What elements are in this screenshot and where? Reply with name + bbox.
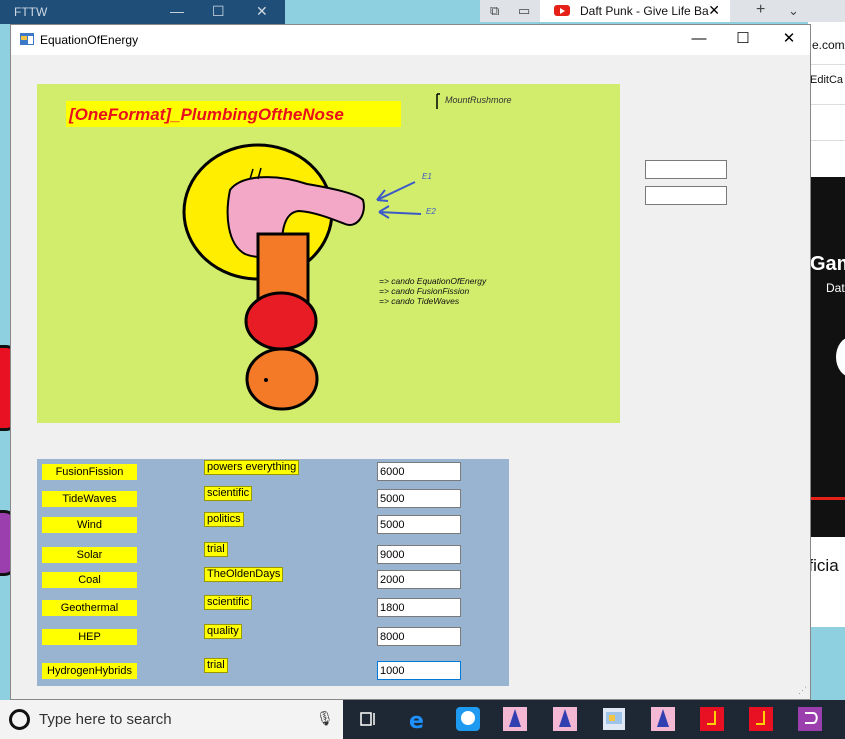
energy-label: Geothermal xyxy=(42,600,137,616)
taskbar: Type here to search 🎙 e xyxy=(0,700,845,739)
address-bar-fragment[interactable]: e.com/ xyxy=(812,38,845,52)
note-line: => cando FusionFission xyxy=(379,286,470,296)
video-subtitle-fragment: Dat xyxy=(826,281,845,295)
edge-browser-icon[interactable]: e xyxy=(405,706,431,732)
energy-label: HEP xyxy=(42,629,137,645)
arrow-label-e2: E2 xyxy=(426,207,436,216)
energy-tag: trial xyxy=(204,658,228,673)
nose-drawing: [OneFormat]_PlumbingOftheNose MountRushm… xyxy=(66,93,512,411)
wizard-app-icon[interactable] xyxy=(552,706,578,732)
energy-label: TideWaves xyxy=(42,491,137,507)
youtube-icon xyxy=(554,5,570,16)
window-title: EquationOfEnergy xyxy=(40,33,139,47)
browser-content: e.com/ EditCa Gam Dat fficia xyxy=(808,22,845,627)
e2-input[interactable] xyxy=(645,186,727,205)
microphone-icon[interactable]: 🎙 xyxy=(316,710,334,727)
video-title-fragment: Gam xyxy=(810,253,845,275)
close-icon[interactable]: ✕ xyxy=(256,3,268,20)
energy-tag: quality xyxy=(204,624,242,639)
close-tab-icon[interactable]: ✕ xyxy=(708,2,720,19)
chat-app-icon[interactable] xyxy=(455,706,481,732)
energy-value-input[interactable]: 8000 xyxy=(377,627,461,646)
energy-value-input[interactable]: 6000 xyxy=(377,462,461,481)
canvas-heading: [OneFormat]_PlumbingOftheNose xyxy=(68,105,344,124)
energy-tag: politics xyxy=(204,512,244,527)
tab-actions-icon[interactable]: ⧉ xyxy=(490,3,499,19)
background-window-titlebar[interactable]: FTTW — ☐ ✕ xyxy=(0,0,285,24)
browser-tabstrip: ⧉ ▭ Daft Punk - Give Life Ba ✕ + ⌄ xyxy=(480,0,845,22)
background-window-title: FTTW xyxy=(14,5,48,19)
red-app-icon[interactable] xyxy=(748,706,774,732)
svg-text:e: e xyxy=(409,709,424,732)
browser-tab-title: Daft Punk - Give Life Ba xyxy=(580,4,709,18)
energy-panel: FusionFission powers everything 6000 Tid… xyxy=(37,459,509,686)
energy-value-input[interactable]: 5000 xyxy=(377,515,461,534)
video-progress-bar[interactable] xyxy=(808,497,845,500)
corner-note: MountRushmore xyxy=(445,95,512,105)
maximize-icon[interactable]: ☐ xyxy=(212,3,225,20)
energy-value-input-focused[interactable]: 1000 xyxy=(377,661,461,680)
note-line: => cando EquationOfEnergy xyxy=(379,276,487,286)
energy-tag: TheOldenDays xyxy=(204,567,284,582)
window-titlebar[interactable]: EquationOfEnergy — ☐ ✕ xyxy=(11,25,810,55)
resize-grip-icon[interactable]: ⋰ xyxy=(798,685,807,696)
video-player[interactable]: Gam Dat xyxy=(808,177,845,537)
energy-value-input[interactable]: 1800 xyxy=(377,598,461,617)
energy-tag: trial xyxy=(204,542,228,557)
taskbar-search[interactable]: Type here to search 🎙 xyxy=(0,700,343,739)
tab-preview-icon[interactable]: ▭ xyxy=(518,3,530,19)
cortana-icon xyxy=(9,709,30,730)
new-tab-icon[interactable]: + xyxy=(756,1,765,19)
energy-label: Wind xyxy=(42,517,137,533)
paint-app-icon[interactable] xyxy=(601,706,627,732)
note-line: => cando TideWaves xyxy=(379,296,460,306)
page-link-fragment[interactable]: EditCa xyxy=(810,74,843,86)
maximize-button[interactable]: ☐ xyxy=(728,29,758,51)
energy-label: Solar xyxy=(42,547,137,563)
equation-of-energy-window: EquationOfEnergy — ☐ ✕ [OneFormat]_Plumb… xyxy=(10,24,811,700)
energy-label: Coal xyxy=(42,572,137,588)
wizard-app-icon[interactable] xyxy=(650,706,676,732)
energy-label: HydrogenHybrids xyxy=(42,663,137,679)
search-placeholder: Type here to search xyxy=(39,711,172,728)
energy-value-input[interactable]: 9000 xyxy=(377,545,461,564)
energy-tag: scientific xyxy=(204,486,253,501)
energy-tag: powers everything xyxy=(204,460,300,475)
wizard-app-icon[interactable] xyxy=(502,706,528,732)
browser-tab[interactable]: Daft Punk - Give Life Ba ✕ xyxy=(540,0,730,22)
task-view-icon[interactable] xyxy=(355,706,381,732)
purple-app-icon[interactable] xyxy=(797,706,823,732)
red-app-icon[interactable] xyxy=(699,706,725,732)
minimize-button[interactable]: — xyxy=(684,29,714,51)
close-button[interactable]: ✕ xyxy=(774,29,804,51)
energy-value-input[interactable]: 2000 xyxy=(377,570,461,589)
minimize-icon[interactable]: — xyxy=(170,3,184,19)
energy-value-input[interactable]: 5000 xyxy=(377,489,461,508)
app-icon xyxy=(20,33,34,45)
energy-tag: scientific xyxy=(204,595,253,610)
chevron-down-icon[interactable]: ⌄ xyxy=(788,3,799,19)
energy-label: FusionFission xyxy=(42,464,137,480)
video-caption-fragment: fficia xyxy=(808,556,839,575)
arrow-label-e1: E1 xyxy=(422,172,432,181)
drawing-canvas[interactable]: [OneFormat]_PlumbingOftheNose MountRushm… xyxy=(37,84,620,423)
e1-input[interactable] xyxy=(645,160,727,179)
